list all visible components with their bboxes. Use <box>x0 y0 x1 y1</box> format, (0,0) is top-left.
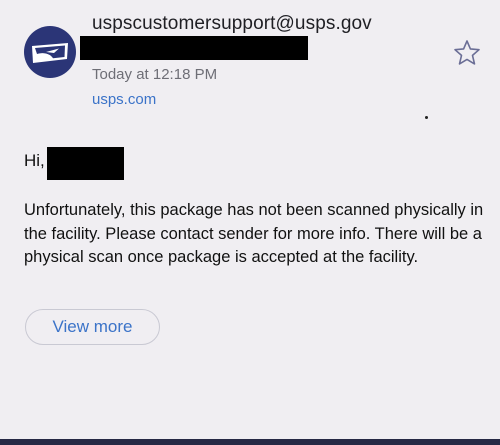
star-button[interactable] <box>452 38 482 68</box>
sender-avatar[interactable] <box>24 26 76 78</box>
redacted-recipient-block <box>80 36 308 60</box>
redacted-name-block <box>47 147 124 180</box>
sender-domain-link[interactable]: usps.com <box>92 91 156 108</box>
email-greeting: Hi, <box>24 151 45 170</box>
email-timestamp: Today at 12:18 PM <box>92 66 218 83</box>
bottom-bar <box>0 439 500 445</box>
view-more-button[interactable]: View more <box>25 309 160 345</box>
usps-eagle-logo-icon <box>32 43 68 63</box>
star-outline-icon <box>454 40 480 65</box>
email-body-text: Unfortunately, this package has not been… <box>24 201 484 266</box>
sender-address: uspscustomersupport@usps.gov <box>92 13 372 34</box>
decorative-dot <box>425 116 428 119</box>
